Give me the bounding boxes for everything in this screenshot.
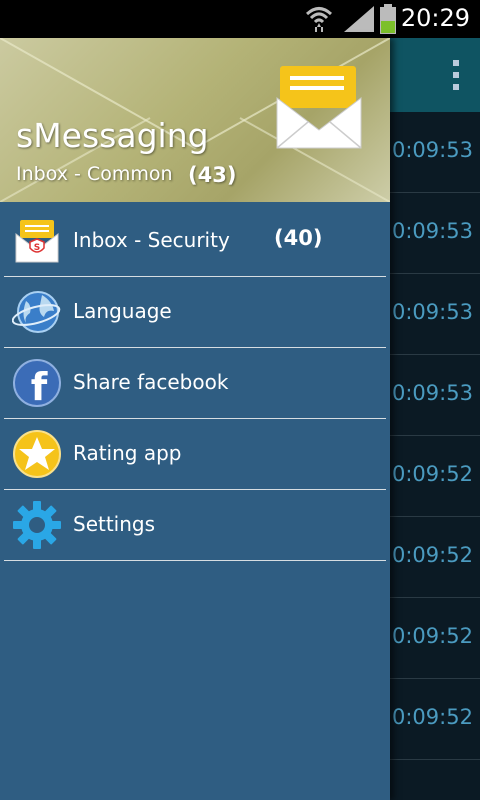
menu-item-label: Share facebook [73, 370, 229, 394]
globe-icon [12, 291, 61, 333]
envelope-icon [276, 66, 362, 149]
message-time: 0:09:53 [392, 300, 473, 324]
status-time: 20:29 [400, 4, 470, 32]
message-time: 0:09:52 [392, 624, 473, 648]
battery-icon [380, 4, 396, 34]
signal-icon [344, 6, 374, 32]
menu-item-rating-app[interactable]: Rating app [4, 419, 386, 490]
star-icon [13, 430, 61, 478]
svg-text:S: S [34, 243, 40, 253]
navigation-drawer: sMessaging Inbox - Common (43) S Inbox -… [0, 38, 390, 800]
security-inbox-icon: S [15, 220, 59, 263]
menu-item-language[interactable]: Language [4, 277, 386, 348]
message-time: 0:09:52 [392, 543, 473, 567]
menu-item-settings[interactable]: Settings [4, 490, 386, 561]
menu-item-label: Language [73, 299, 172, 323]
svg-text:f: f [31, 365, 48, 408]
message-time: 0:09:53 [392, 219, 473, 243]
message-time: 0:09:53 [392, 138, 473, 162]
message-time: 0:09:52 [392, 705, 473, 729]
facebook-icon: f [13, 359, 61, 408]
message-time: 0:09:52 [392, 462, 473, 486]
menu-item-inbox-security[interactable]: S Inbox - Security (40) [4, 206, 386, 277]
current-inbox-count: (43) [188, 163, 237, 187]
status-bar: 20:29 [0, 0, 480, 38]
menu-item-label: Inbox - Security [73, 228, 230, 252]
gear-icon [13, 501, 61, 549]
menu-item-label: Rating app [73, 441, 182, 465]
message-time: 0:09:53 [392, 381, 473, 405]
menu-item-count: (40) [274, 226, 323, 250]
app-title: sMessaging [16, 116, 209, 155]
drawer-menu: S Inbox - Security (40) Language f Share… [0, 206, 390, 561]
menu-item-share-facebook[interactable]: f Share facebook [4, 348, 386, 419]
overflow-menu-icon[interactable] [452, 58, 460, 92]
drawer-header[interactable]: sMessaging Inbox - Common (43) [0, 38, 390, 202]
wifi-icon [305, 7, 333, 32]
menu-item-label: Settings [73, 512, 156, 536]
current-inbox-label: Inbox - Common [16, 163, 173, 185]
